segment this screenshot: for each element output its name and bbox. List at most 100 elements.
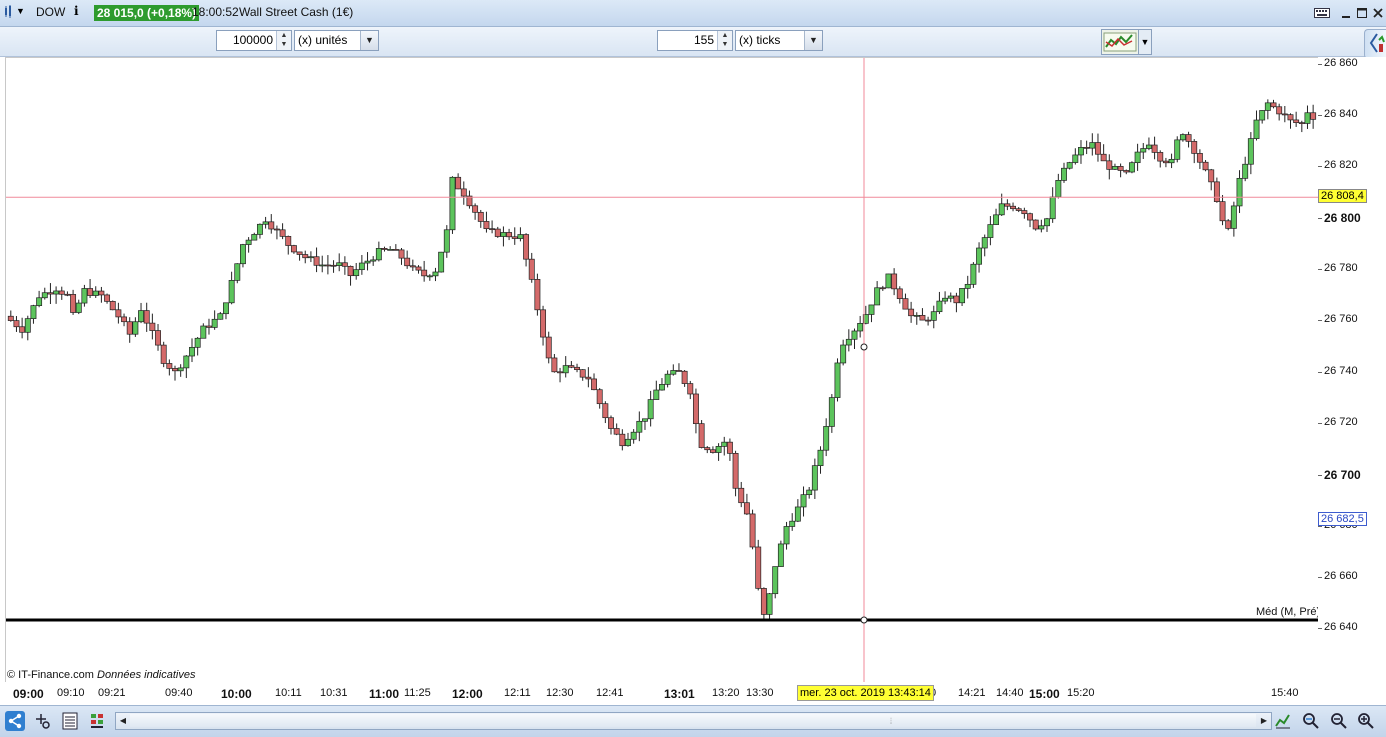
ticks-stepper[interactable]: 155 ▲ ▼ [657, 30, 733, 51]
candle-down [489, 228, 496, 231]
info-icon[interactable]: i [74, 4, 79, 18]
candle-down [902, 298, 909, 310]
candle-down [404, 257, 411, 267]
candle-down [1298, 122, 1305, 124]
candle-down [698, 423, 705, 448]
time-tick-label: 12:41 [596, 687, 624, 699]
candle-down [953, 295, 960, 304]
candle-down [483, 221, 490, 230]
time-axis[interactable]: 15:4015:2015:0014:4014:21013:3013:2013:0… [0, 682, 1320, 704]
candle-up [1128, 162, 1135, 173]
candle-down [528, 258, 535, 280]
ticks-down-icon[interactable]: ▼ [718, 40, 732, 49]
candle-up [1253, 119, 1260, 139]
crosshair-marker [860, 343, 868, 351]
zoom-in-icon[interactable] [1356, 711, 1376, 731]
symbol-dropdown-icon[interactable]: ▼ [16, 6, 25, 16]
chart-scrollbar[interactable]: ◀ ⦙ ▶ [115, 712, 1272, 730]
candle-down [676, 370, 682, 372]
zoom-out-icon[interactable] [1329, 711, 1349, 731]
candle-down [596, 389, 603, 405]
bottom-toolbar: ◀ ⦙ ▶ [0, 705, 1386, 737]
time-tick-label: 09:40 [165, 687, 193, 699]
keyboard-icon[interactable] [1313, 6, 1331, 22]
candle-up [30, 305, 37, 319]
ticks-select[interactable]: (x) ticks ▼ [735, 30, 823, 51]
candle-down [313, 256, 320, 266]
candle-up [659, 384, 665, 391]
candle-up [1174, 139, 1181, 160]
candle-down [591, 378, 597, 391]
candle-up [353, 269, 360, 277]
copyright-text: © IT-Finance.com Données indicatives [7, 669, 195, 681]
candle-up [653, 389, 660, 400]
candle-up [358, 262, 365, 271]
candle-up [1179, 134, 1186, 141]
candle-up [92, 290, 99, 296]
candle-up [1072, 154, 1079, 163]
candle-up [981, 237, 988, 249]
auto-scale-icon[interactable] [1273, 711, 1293, 731]
side-panel-tab[interactable] [1364, 29, 1386, 59]
price-axis[interactable]: 26 860 26 840 26 820 26 800 26 780 26 760 26 7… [1318, 57, 1386, 683]
candlestick-plot[interactable] [6, 58, 1318, 682]
scroll-left-icon[interactable]: ◀ [116, 713, 130, 729]
time-tick-label: 15:40 [1271, 687, 1299, 699]
candle-down [608, 417, 614, 429]
ticks-value[interactable]: 155 [694, 33, 714, 47]
ticks-dropdown-icon[interactable]: ▼ [804, 31, 822, 50]
candle-up [1259, 110, 1266, 121]
crosshair-settings-icon[interactable] [33, 711, 53, 731]
units-up-icon[interactable]: ▲ [277, 31, 291, 40]
time-tick-label: 09:10 [57, 687, 85, 699]
symbol-label[interactable]: DOW [36, 5, 65, 19]
candle-down [506, 232, 513, 238]
units-value[interactable]: 100000 [233, 33, 273, 47]
zoom-fit-icon[interactable] [1301, 711, 1321, 731]
candle-up [517, 234, 524, 239]
candle-down [58, 290, 65, 295]
app-icon[interactable] [4, 5, 14, 21]
share-icon[interactable] [5, 711, 25, 731]
chart-type-dropdown-icon[interactable]: ▼ [1138, 29, 1152, 55]
indicators-icon[interactable] [88, 711, 108, 731]
data-table-icon[interactable] [60, 711, 80, 731]
candle-down [1310, 112, 1317, 120]
crosshair-date-label: mer. 23 oct. 2019 13:43:14 [797, 685, 934, 701]
time-tick-label: 13:30 [746, 687, 774, 699]
price-chart[interactable] [5, 57, 1319, 683]
candle-up [36, 297, 43, 306]
time-tick-label: 10:31 [320, 687, 348, 699]
candle-down [1004, 203, 1011, 207]
candle-up [777, 543, 784, 567]
candle-down [115, 309, 122, 318]
units-select-label: (x) unités [298, 33, 348, 47]
scrollbar-thumb[interactable]: ⦙ [130, 714, 1256, 727]
candle-up [987, 224, 994, 238]
ticks-up-icon[interactable]: ▲ [718, 31, 732, 40]
price-tick-label: 26 840 [1318, 108, 1358, 120]
candle-up [1049, 196, 1056, 220]
scroll-right-icon[interactable]: ▶ [1257, 713, 1271, 729]
candle-down [749, 513, 756, 548]
candle-down [1225, 220, 1232, 229]
units-stepper[interactable]: 100000 ▲ ▼ [216, 30, 292, 51]
candle-up [1066, 162, 1073, 169]
scroll-grip-icon[interactable]: ⦙ [890, 716, 892, 727]
candle-down [534, 279, 541, 311]
chart-type-button[interactable] [1101, 29, 1139, 55]
candle-down [1027, 213, 1033, 221]
candle-up [936, 300, 943, 313]
units-select[interactable]: (x) unités ▼ [294, 30, 379, 51]
candle-down [613, 428, 620, 435]
units-dropdown-icon[interactable]: ▼ [360, 31, 378, 50]
candle-down [98, 290, 105, 296]
candle-down [302, 254, 309, 259]
close-button[interactable] [1369, 6, 1386, 22]
candle-down [455, 176, 462, 190]
units-down-icon[interactable]: ▼ [277, 40, 291, 49]
candle-down [1083, 147, 1090, 149]
candle-up [874, 287, 881, 306]
candle-up [942, 297, 949, 302]
candle-up [806, 489, 813, 496]
